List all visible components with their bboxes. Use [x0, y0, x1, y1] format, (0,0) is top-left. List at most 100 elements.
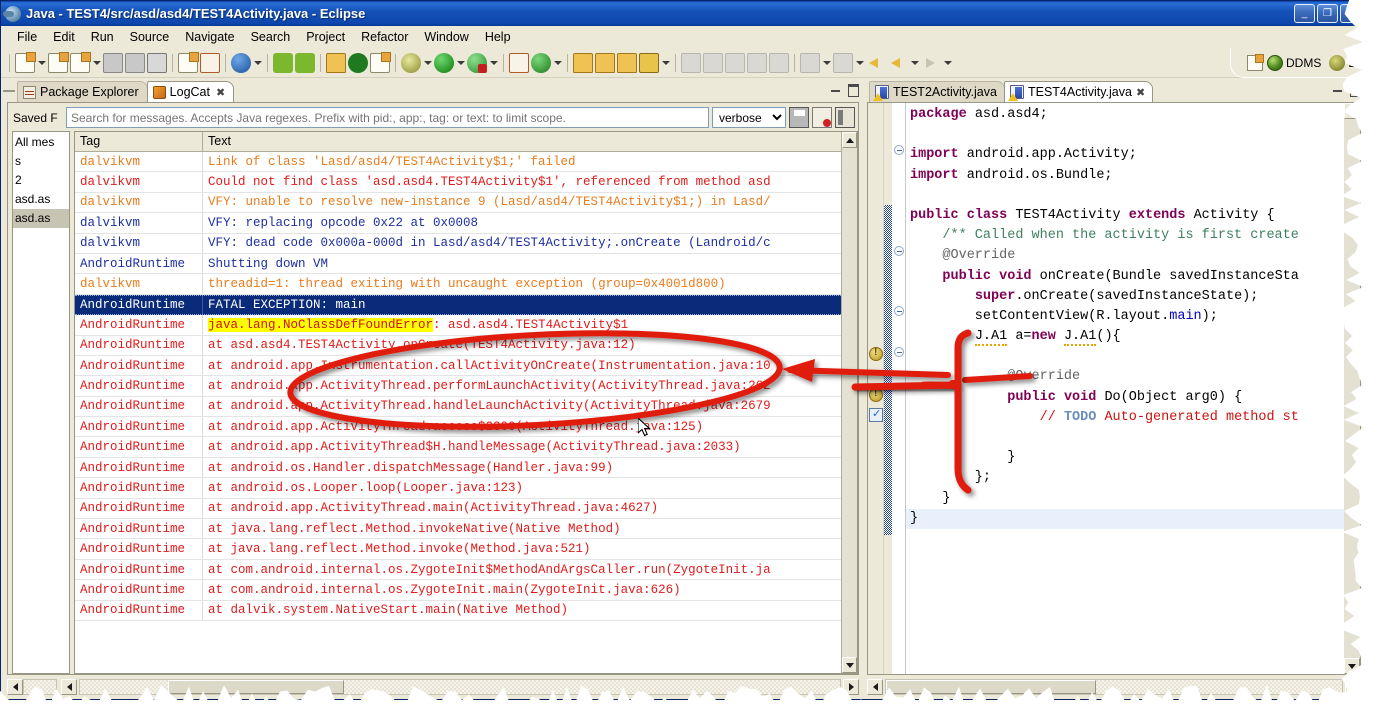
minimize-view-icon[interactable] [829, 82, 842, 95]
code-line[interactable]: public class TEST4Activity extends Activ… [906, 206, 1344, 226]
back-nav-icon[interactable] [888, 53, 908, 73]
android-avd-manager-icon[interactable] [273, 52, 293, 73]
sdk-dropdown-icon[interactable] [252, 53, 263, 73]
previous-annotation-icon[interactable] [703, 52, 723, 73]
list-item[interactable]: s [13, 152, 69, 171]
table-row[interactable]: AndroidRuntime at com.android.internal.os… [75, 580, 857, 601]
debug-dropdown-icon[interactable] [422, 53, 433, 73]
external-tools-dropdown-icon[interactable] [488, 53, 499, 73]
code-line[interactable]: package asd.asd4; [906, 105, 1344, 125]
minimize-button[interactable]: _ [1294, 4, 1315, 23]
fold-toggle-icon[interactable] [894, 145, 904, 155]
search-input[interactable] [66, 107, 709, 128]
minimize-editor-icon[interactable] [1331, 82, 1344, 95]
table-row[interactable]: dalvikvm VFY: unable to resolve new-insta… [75, 192, 857, 214]
scroll-down-button[interactable] [1344, 658, 1360, 674]
save-all-icon[interactable] [125, 52, 145, 73]
table-row[interactable]: dalvikvm threadid=1: thread exiting with … [75, 274, 857, 295]
close-button[interactable]: ✕ [1340, 4, 1361, 23]
pencil-icon[interactable] [639, 52, 659, 73]
code-line[interactable]: setContentView(R.layout.main); [906, 307, 1344, 327]
open-task-icon[interactable] [370, 51, 391, 73]
table-row[interactable]: AndroidRuntime at com.android.internal.os… [75, 559, 857, 581]
open-perspective-icon[interactable] [1246, 53, 1264, 71]
code-line[interactable] [906, 428, 1344, 448]
toggle-ant-icon[interactable] [200, 52, 220, 73]
new-junit-test-icon[interactable] [348, 52, 368, 73]
table-row[interactable]: AndroidRuntime at android.app.ActivityThr… [75, 498, 857, 520]
code-line[interactable]: }; [906, 468, 1344, 488]
table-row[interactable]: AndroidRuntime at android.os.Looper.loop(… [75, 478, 857, 499]
menu-search[interactable]: Search [243, 28, 299, 46]
code-line[interactable]: public void onCreate(Bundle savedInstanc… [906, 267, 1344, 287]
table-row[interactable]: AndroidRuntime Shutting down VM [75, 253, 857, 275]
menu-window[interactable]: Window [416, 28, 476, 46]
table-row[interactable]: AndroidRuntime at android.os.Handler.disp… [75, 457, 857, 479]
table-row[interactable]: AndroidRuntime at asd.asd4.TEST4Activity.… [75, 335, 857, 356]
close-icon[interactable]: ✖ [1136, 86, 1145, 99]
warning-marker-icon[interactable] [869, 388, 883, 402]
warning-marker-icon[interactable] [869, 347, 883, 361]
log-vertical-scrollbar[interactable] [841, 132, 857, 673]
fold-toggle-icon[interactable] [894, 246, 904, 256]
new-class-icon[interactable] [48, 51, 69, 73]
list-item[interactable]: 2 [13, 171, 69, 190]
scroll-track[interactable] [885, 679, 1343, 695]
next-edit-icon[interactable] [833, 52, 853, 73]
scroll-up-button[interactable] [842, 132, 857, 148]
open-resource-icon[interactable] [573, 52, 593, 73]
next-annotation-icon[interactable] [681, 52, 701, 73]
perspective-ddms[interactable]: DDMS [1263, 54, 1325, 71]
menu-file[interactable]: File [9, 28, 45, 46]
log-level-select[interactable]: verbosedebuginfowarnerrorassert [712, 107, 786, 128]
table-row[interactable]: dalvikvm VFY: dead code 0x000a-000d in La… [75, 233, 857, 254]
menu-edit[interactable]: Edit [45, 28, 83, 46]
saved-filters-hscrollbar[interactable] [7, 679, 59, 695]
code-line[interactable]: // TODO Auto-generated method st [906, 408, 1344, 428]
table-row[interactable]: AndroidRuntime at android.app.ActivityThr… [75, 417, 857, 438]
table-row[interactable]: AndroidRuntime at java.lang.reflect.Metho… [75, 539, 857, 560]
new-package-icon[interactable] [509, 52, 529, 73]
run-dropdown-icon[interactable] [455, 53, 466, 73]
table-row[interactable]: AndroidRuntime at android.app.ActivityThr… [75, 396, 857, 418]
editor-vertical-scrollbar[interactable] [1344, 103, 1360, 674]
code-line[interactable]: import android.os.Bundle; [906, 166, 1344, 186]
forward-nav-icon[interactable] [866, 53, 886, 73]
menu-help[interactable]: Help [477, 28, 519, 46]
code-line[interactable]: @Override [906, 367, 1344, 387]
maximize-view-icon[interactable] [846, 82, 859, 97]
task-marker-icon[interactable] [869, 407, 883, 422]
run-external-icon[interactable] [467, 52, 487, 73]
code-line[interactable]: public void Do(Object arg0) { [906, 388, 1344, 408]
code-line[interactable]: @Override [906, 246, 1344, 266]
code-line[interactable]: } [906, 508, 1344, 529]
save-icon[interactable] [103, 52, 123, 73]
editor-folding-ruler[interactable] [892, 103, 906, 674]
code-line[interactable]: /** Called when the activity is first cr… [906, 226, 1344, 246]
save-log-icon[interactable] [789, 107, 809, 128]
print-icon[interactable] [147, 52, 167, 73]
search-folder-icon[interactable] [595, 52, 615, 73]
fold-toggle-icon[interactable] [894, 347, 904, 357]
code-line[interactable] [906, 347, 1344, 367]
scroll-left-button[interactable] [7, 679, 23, 695]
scroll-track[interactable] [23, 679, 57, 695]
scroll-right-button[interactable] [1345, 679, 1361, 695]
android-device-icon[interactable] [295, 52, 315, 73]
code-line[interactable]: } [906, 489, 1344, 509]
menu-project[interactable]: Project [298, 28, 353, 46]
code-line[interactable]: } [906, 448, 1344, 468]
previous-edit-dropdown-icon[interactable] [821, 53, 832, 73]
android-sdk-manager-icon[interactable] [231, 52, 251, 73]
debug-icon[interactable] [401, 52, 421, 73]
new-java-project-icon[interactable] [70, 51, 91, 73]
previous-edit-icon[interactable] [800, 52, 820, 73]
log-rows[interactable]: dalvikvm Link of class 'Lasd/asd4/TEST4Ac… [75, 152, 857, 673]
table-row[interactable]: dalvikvm Could not find class 'asd.asd4.T… [75, 172, 857, 193]
table-row[interactable]: AndroidRuntime at android.app.Instrumenta… [75, 355, 857, 377]
code-line[interactable]: super.onCreate(savedInstanceState); [906, 287, 1344, 307]
view-tab-logcat[interactable]: LogCat ✖ [146, 81, 235, 102]
show-whitespace-icon[interactable] [769, 52, 789, 73]
close-icon[interactable]: ✖ [216, 86, 225, 99]
list-item[interactable]: All mes [13, 133, 69, 152]
